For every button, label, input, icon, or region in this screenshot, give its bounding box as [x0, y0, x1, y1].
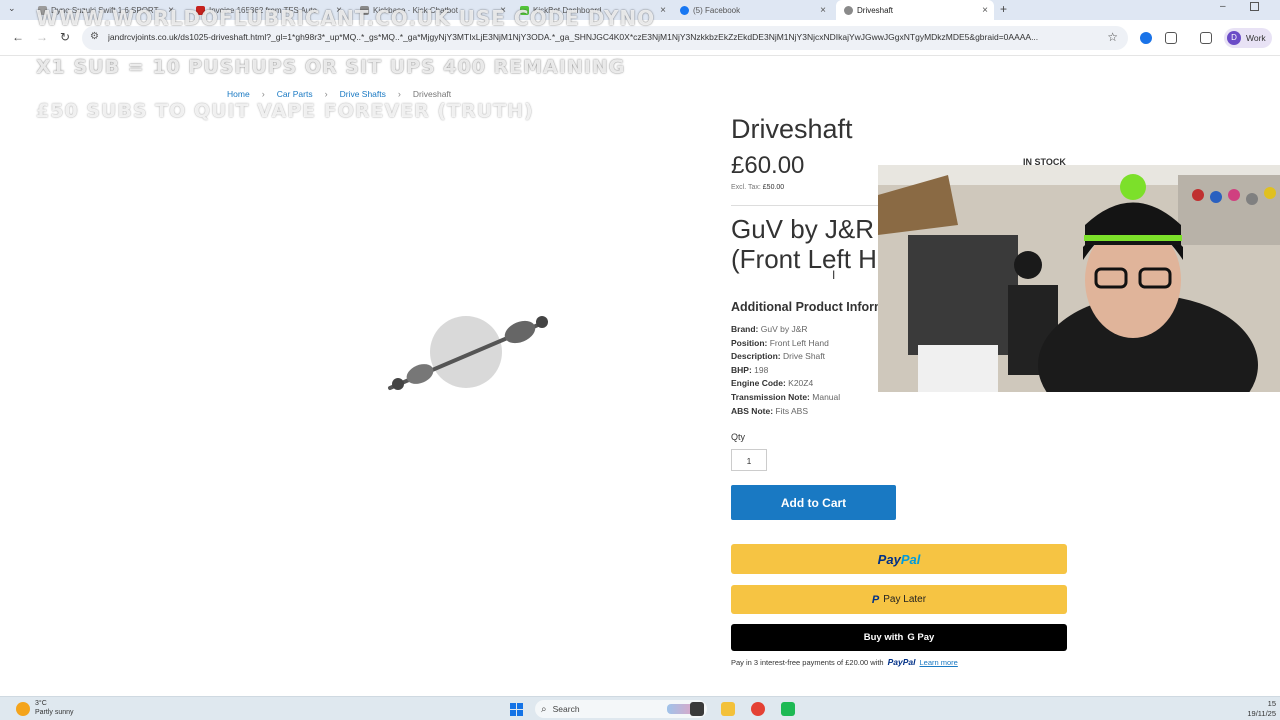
product-price: £60.00 [731, 152, 805, 179]
weather-widget[interactable]: 3°C Partly sunny [16, 700, 74, 717]
breadcrumb-home-link[interactable]: Home [227, 89, 250, 99]
pay-in-3-message: Pay in 3 interest-free payments of £20.0… [731, 657, 958, 667]
file-explorer-icon[interactable] [721, 702, 735, 716]
tab-title: Driveshaft [857, 5, 894, 15]
partly-sunny-icon [16, 701, 30, 716]
attribute-bhp: BHP: 198 [731, 364, 769, 375]
tab-close-icon[interactable]: × [982, 5, 988, 16]
browser-tab[interactable]: (5) Facebook × [672, 0, 832, 20]
product-image[interactable] [380, 300, 560, 400]
task-view-icon[interactable] [690, 702, 704, 716]
tab-search-chevron-icon[interactable]: ⌄ [8, 3, 16, 14]
attribute-brand: Brand: GuV by J&R [731, 324, 808, 334]
windows-taskbar: 3°C Partly sunny ⌕ Search 15 19/11/25 [0, 696, 1280, 720]
excl-tax-value: £50.00 [762, 184, 785, 191]
qty-input[interactable]: 1 [731, 449, 767, 471]
webcam-overlay [878, 165, 1280, 392]
breadcrumb-car-parts-link[interactable]: Car Parts [277, 89, 313, 99]
attribute-transmission: Transmission Note: Manual [731, 391, 841, 402]
stream-overlay-line3: £50 SUBS TO QUIT VAPE FOREVER (TRUTH) [36, 100, 534, 122]
tab-close-icon[interactable]: × [660, 5, 666, 16]
attribute-position: Position: Front Left Hand [731, 337, 829, 348]
paypal-logo-pay: Pay [877, 551, 901, 567]
attribute-abs: ABS Note: Fits ABS [731, 405, 808, 416]
taskbar-search[interactable]: ⌕ Search [535, 700, 707, 718]
avatar: D [1227, 31, 1241, 45]
add-to-cart-button[interactable]: Add to Cart [731, 485, 896, 520]
forward-arrow-icon[interactable]: → [36, 30, 48, 44]
site-info-icon[interactable]: ⚙ [90, 31, 99, 42]
reading-list-icon[interactable] [1200, 32, 1212, 44]
breadcrumb-chevron-icon: › [397, 89, 401, 99]
breadcrumb: Home › Car Parts › Drive Shafts › Drives… [227, 89, 451, 99]
additional-info-heading: Additional Product Information [731, 300, 878, 314]
jr-logo-watermark [430, 316, 502, 388]
bookmark-star-icon[interactable]: ☆ [1107, 30, 1118, 44]
extension-icon[interactable] [1140, 32, 1152, 44]
breadcrumb-chevron-icon: › [324, 89, 328, 99]
excl-tax-label: Excl. Tax: [731, 184, 761, 191]
attribute-description: Description: Drive Shaft [731, 351, 826, 362]
attribute-engine-code: Engine Code: K20Z4 [731, 378, 814, 389]
gpay-prefix: Buy with [863, 632, 904, 643]
learn-more-link[interactable]: Learn more [919, 658, 957, 667]
breadcrumb-current: Driveshaft [412, 89, 452, 99]
url-text[interactable]: jandrcvjoints.co.uk/ds1025-driveshaft.ht… [108, 32, 1098, 42]
minimize-icon[interactable]: – [1220, 1, 1226, 12]
breadcrumb-chevron-icon: › [261, 89, 265, 99]
new-tab-icon[interactable]: + [1000, 2, 1007, 16]
paypal-p-icon: P [871, 593, 880, 606]
maximize-icon[interactable] [1250, 2, 1259, 11]
excl-tax-price: Excl. Tax: £50.00 [731, 184, 784, 191]
tab-close-icon[interactable]: × [820, 5, 826, 16]
profile-label: Work [1246, 33, 1266, 43]
clock-time: 15 [1267, 699, 1276, 708]
qty-label: Qty [731, 432, 746, 442]
breadcrumb-drive-shafts-link[interactable]: Drive Shafts [340, 89, 386, 99]
search-icon: ⌕ [541, 703, 547, 715]
paypal-logo: PayPal [887, 657, 916, 667]
chrome-icon[interactable] [751, 702, 765, 716]
stream-overlay-line2: X1 SUB = 10 PUSHUPS OR SIT UPS 400 REMAI… [36, 56, 626, 78]
product-subtitle-line2: (Front Left Ha [731, 244, 881, 274]
extensions-puzzle-icon[interactable] [1165, 32, 1177, 44]
webcam-feed-image [878, 165, 1280, 392]
paypal-button[interactable]: Pay Pal [731, 544, 1067, 574]
browser-tab-active[interactable]: Driveshaft × [836, 0, 994, 20]
product-subtitle-line1: GuV by J&R Dr [731, 214, 881, 244]
text-cursor-icon: I [832, 268, 836, 282]
profile-chip[interactable]: D Work [1224, 28, 1272, 48]
back-arrow-icon[interactable]: ← [12, 30, 24, 44]
windows-start-icon[interactable] [510, 703, 523, 716]
driveshaft-image [388, 316, 548, 390]
reload-icon[interactable]: ↻ [60, 30, 70, 44]
tab-favicon-icon [844, 5, 853, 15]
paypal-logo-pal: Pal [900, 551, 921, 567]
facebook-icon [680, 5, 689, 15]
product-title: Driveshaft [731, 114, 853, 144]
tab-title: (5) Facebook [693, 5, 741, 15]
taskbar-clock[interactable]: 15 19/11/25 [1247, 699, 1276, 719]
pay-in-3-text: Pay in 3 interest-free payments of £20.0… [731, 657, 884, 667]
app-icon[interactable] [781, 702, 795, 716]
weather-temp: 3°C [35, 700, 47, 707]
stream-overlay-line1: WWW.WORLDOFLUBRICANT.CO.UK USE CODE DYNO [36, 6, 656, 30]
google-pay-button[interactable]: Buy with G Pay [731, 624, 1067, 651]
product-attributes: Brand: GuV by J&R Position: Front Left H… [731, 323, 840, 418]
gpay-logo: G Pay [907, 632, 935, 643]
pay-later-label: Pay Later [883, 594, 927, 605]
taskbar-search-label: Search [552, 704, 580, 714]
clock-date: 19/11/25 [1247, 709, 1276, 718]
paypal-pay-later-button[interactable]: P Pay Later [731, 585, 1067, 614]
weather-condition: Partly sunny [35, 708, 74, 716]
product-subtitle: GuV by J&R Dr (Front Left Ha [731, 214, 881, 274]
